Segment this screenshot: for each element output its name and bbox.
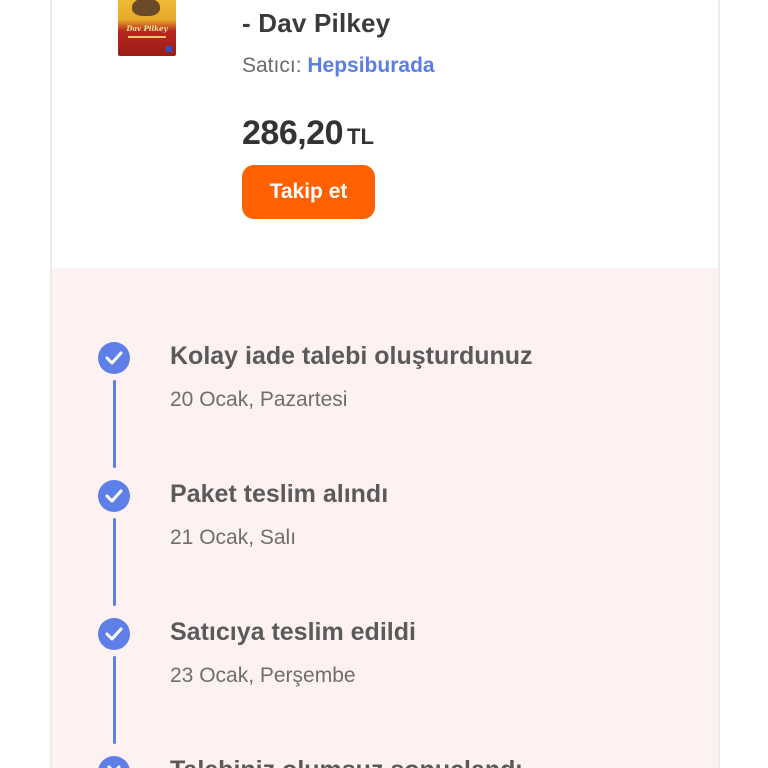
seller-info: Satıcı: Hepsiburada bbox=[242, 54, 435, 78]
cover-stripe bbox=[128, 36, 166, 38]
seller-label: Satıcı: bbox=[242, 54, 302, 77]
step-date: 21 Ocak, Salı bbox=[170, 526, 297, 549]
check-circle-icon bbox=[98, 342, 130, 374]
order-detail-card: Dav Pilkey - Dav Pilkey Satıcı: Hepsibur… bbox=[50, 0, 720, 768]
timeline-connector bbox=[113, 380, 116, 468]
product-price: 286,20 TL bbox=[242, 114, 374, 153]
check-circle-icon bbox=[98, 618, 130, 650]
check-circle-icon bbox=[98, 480, 130, 512]
follow-button[interactable]: Takip et bbox=[242, 165, 375, 219]
timeline-connector bbox=[113, 518, 116, 606]
step-title: Kolay iade talebi oluşturdunuz bbox=[170, 342, 533, 370]
cover-illustration bbox=[132, 0, 160, 16]
return-status-timeline: Kolay iade talebi oluşturdunuz 20 Ocak, … bbox=[52, 268, 718, 768]
seller-link[interactable]: Hepsiburada bbox=[307, 54, 434, 77]
step-date: 20 Ocak, Pazartesi bbox=[170, 388, 348, 411]
price-amount: 286,20 bbox=[242, 114, 344, 152]
step-date: 23 Ocak, Perşembe bbox=[170, 664, 356, 687]
step-title: Paket teslim alındı bbox=[170, 480, 389, 508]
cover-title: Dav Pilkey bbox=[126, 24, 168, 33]
publisher-logo-icon bbox=[166, 46, 172, 52]
timeline-connector bbox=[113, 656, 116, 744]
close-circle-icon bbox=[98, 756, 130, 768]
product-section: Dav Pilkey - Dav Pilkey Satıcı: Hepsibur… bbox=[52, 0, 718, 268]
step-title: Satıcıya teslim edildi bbox=[170, 618, 416, 646]
step-title: Talebiniz olumsuz sonuçlandı bbox=[170, 756, 522, 768]
price-currency: TL bbox=[347, 124, 374, 149]
product-image[interactable]: Dav Pilkey bbox=[118, 0, 176, 56]
page: Dav Pilkey - Dav Pilkey Satıcı: Hepsibur… bbox=[0, 0, 768, 768]
product-title[interactable]: - Dav Pilkey bbox=[242, 8, 390, 39]
